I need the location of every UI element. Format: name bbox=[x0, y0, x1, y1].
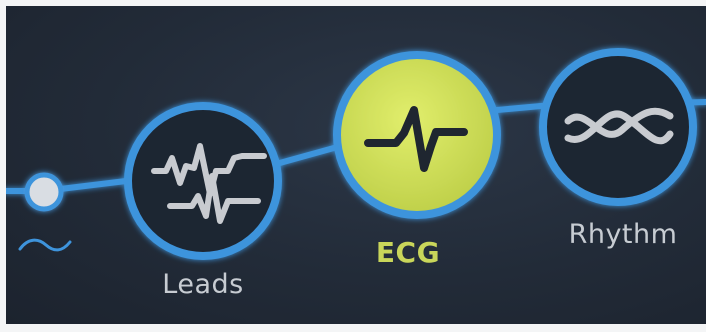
step-ecg-label: ECG bbox=[375, 236, 441, 269]
step-ecg-node[interactable] bbox=[333, 51, 501, 219]
step-rhythm-label: Rhythm bbox=[568, 219, 678, 250]
tilde-icon bbox=[18, 238, 72, 252]
step-rhythm-node[interactable] bbox=[539, 48, 697, 206]
step-leads-label: Leads bbox=[162, 269, 244, 300]
step-navigator: Leads ECG Rhythm bbox=[6, 6, 706, 324]
step-leads-node[interactable] bbox=[124, 102, 282, 260]
step-track bbox=[6, 48, 706, 260]
step-start-node[interactable] bbox=[24, 172, 64, 212]
